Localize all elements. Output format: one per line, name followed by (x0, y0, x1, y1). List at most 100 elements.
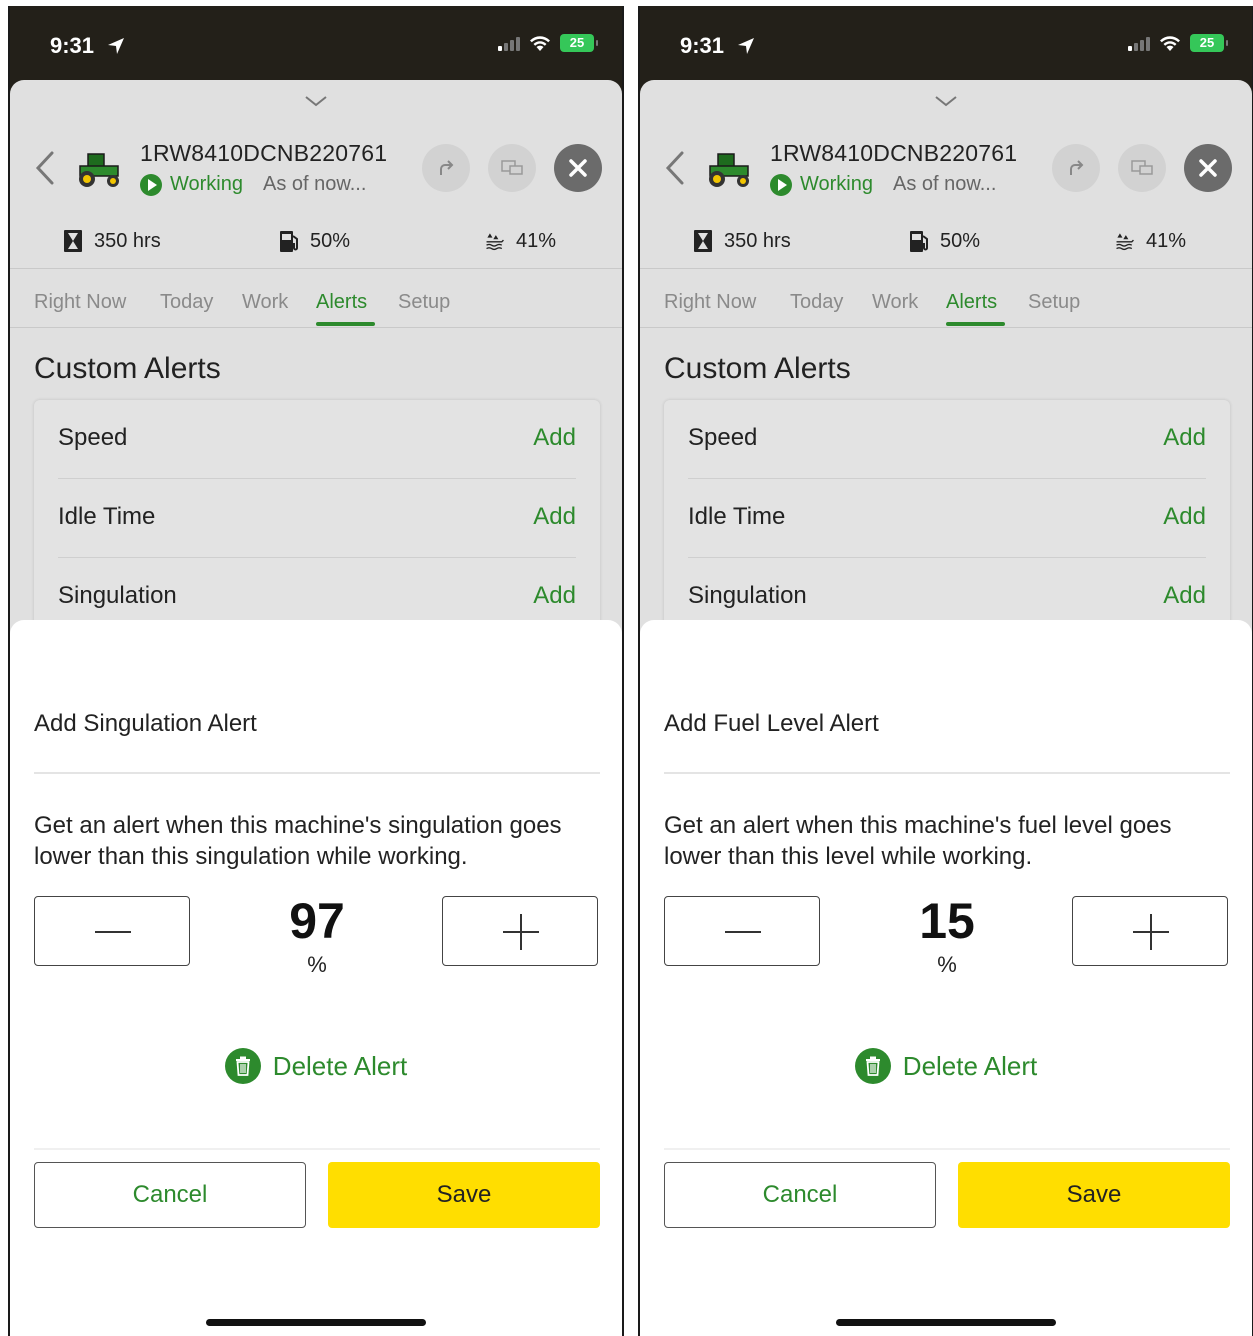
add-alert-modal: Add Singulation Alert Get an alert when … (10, 620, 622, 1336)
machine-detail-sheet: 1RW8410DCNB220761 Working As of now... 3… (640, 80, 1252, 700)
delete-alert-button[interactable]: Delete Alert (640, 1048, 1252, 1084)
alert-name: Singulation (688, 582, 807, 609)
decrease-button[interactable] (34, 896, 190, 966)
status-icons: 25 (498, 34, 598, 52)
section-title: Custom Alerts (34, 352, 221, 385)
alert-name: Idle Time (58, 503, 156, 530)
status-bar: 9:31 25 (640, 6, 1252, 80)
play-circle-icon (140, 173, 162, 196)
battery-icon: 25 (1190, 34, 1228, 52)
home-indicator (206, 1319, 426, 1326)
increase-button[interactable] (1072, 896, 1228, 966)
trash-icon (224, 1048, 261, 1084)
tab-alerts[interactable]: Alerts (316, 291, 367, 314)
fuel-level: 50% (278, 228, 350, 254)
add-speed-alert-button[interactable]: Add (1163, 424, 1206, 452)
add-singulation-alert-button[interactable]: Add (533, 582, 576, 610)
tab-right-now[interactable]: Right Now (664, 291, 756, 314)
tab-today[interactable]: Today (160, 291, 213, 314)
close-icon (1199, 159, 1217, 177)
add-idle-time-alert-button[interactable]: Add (1163, 503, 1206, 531)
add-idle-time-alert-button[interactable]: Add (533, 503, 576, 531)
tab-alerts[interactable]: Alerts (946, 291, 997, 314)
chevron-down-icon[interactable] (934, 94, 958, 108)
fuel-pump-icon (910, 231, 928, 252)
status-icons: 25 (1128, 34, 1228, 52)
divider (664, 1148, 1230, 1150)
share-button[interactable] (422, 144, 470, 192)
back-chevron-icon[interactable] (664, 150, 686, 186)
increase-button[interactable] (442, 896, 598, 966)
play-circle-icon (770, 173, 792, 196)
machine-detail-sheet: 1RW8410DCNB220761 Working As of now... 3… (10, 80, 622, 700)
close-button[interactable] (1184, 144, 1232, 192)
cellular-signal-icon (1128, 35, 1150, 51)
display-icon (1131, 160, 1153, 175)
location-arrow-icon (738, 38, 754, 54)
share-button[interactable] (1052, 144, 1100, 192)
add-alert-modal: Add Fuel Level Alert Get an alert when t… (640, 620, 1252, 1336)
trash-icon (854, 1048, 891, 1084)
tab-today[interactable]: Today (790, 291, 843, 314)
tab-work[interactable]: Work (242, 291, 288, 314)
add-speed-alert-button[interactable]: Add (533, 424, 576, 452)
def-level: 41% (1114, 228, 1186, 254)
delete-alert-button[interactable]: Delete Alert (10, 1048, 622, 1084)
cellular-signal-icon (498, 35, 520, 51)
modal-title: Add Fuel Level Alert (664, 710, 879, 737)
save-button[interactable]: Save (328, 1162, 600, 1228)
delete-alert-label: Delete Alert (902, 1050, 1038, 1081)
cancel-button[interactable]: Cancel (664, 1162, 936, 1228)
chevron-down-icon[interactable] (304, 94, 328, 108)
add-singulation-alert-button[interactable]: Add (1163, 582, 1206, 610)
machine-status: Working As of now... (140, 173, 366, 196)
phone-screen-fuel-level: 9:31 25 1RW8410DCNB220761 Working As of … (638, 6, 1253, 1336)
display-button[interactable] (488, 144, 536, 192)
display-icon (501, 160, 523, 175)
tab-work[interactable]: Work (872, 291, 918, 314)
engine-hours: 350 hrs (62, 228, 161, 254)
location-arrow-icon (108, 38, 124, 54)
status-time: 9:31 (680, 33, 725, 58)
tractor-icon (79, 153, 119, 187)
back-chevron-icon[interactable] (34, 150, 56, 186)
active-tab-indicator (316, 322, 375, 326)
machine-id: 1RW8410DCNB220761 (140, 140, 388, 166)
modal-title: Add Singulation Alert (34, 710, 257, 737)
tab-setup[interactable]: Setup (1028, 291, 1080, 314)
divider (640, 327, 1252, 328)
divider (664, 772, 1230, 774)
modal-description: Get an alert when this machine's singula… (34, 812, 562, 870)
alert-name: Singulation (58, 582, 177, 609)
cancel-button[interactable]: Cancel (34, 1162, 306, 1228)
machine-stats: 350 hrs 50% 41% (10, 218, 622, 268)
status-working: Working (800, 173, 873, 195)
active-tab-indicator (946, 322, 1005, 326)
divider (10, 327, 622, 328)
delete-alert-label: Delete Alert (272, 1050, 408, 1081)
alert-row-speed: Speed Add (688, 400, 1206, 478)
tab-right-now[interactable]: Right Now (34, 291, 126, 314)
save-button[interactable]: Save (958, 1162, 1230, 1228)
threshold-value: 97 (289, 893, 345, 949)
close-button[interactable] (554, 144, 602, 192)
alert-row-idle-time: Idle Time Add (58, 479, 576, 557)
alert-name: Speed (688, 424, 758, 451)
def-level: 41% (484, 228, 556, 254)
wifi-icon (1160, 36, 1180, 51)
tab-setup[interactable]: Setup (398, 291, 450, 314)
alert-name: Idle Time (688, 503, 786, 530)
display-button[interactable] (1118, 144, 1166, 192)
def-fluid-icon (1116, 233, 1134, 251)
status-bar: 9:31 25 (10, 6, 622, 80)
section-title: Custom Alerts (664, 352, 851, 385)
status-as-of: As of now... (263, 173, 367, 195)
hourglass-icon (64, 230, 82, 252)
hourglass-icon (694, 230, 712, 252)
status-as-of: As of now... (893, 173, 997, 195)
home-indicator (836, 1319, 1056, 1326)
machine-id: 1RW8410DCNB220761 (770, 140, 1018, 166)
machine-stats: 350 hrs 50% 41% (640, 218, 1252, 268)
threshold-unit: % (937, 952, 957, 977)
decrease-button[interactable] (664, 896, 820, 966)
